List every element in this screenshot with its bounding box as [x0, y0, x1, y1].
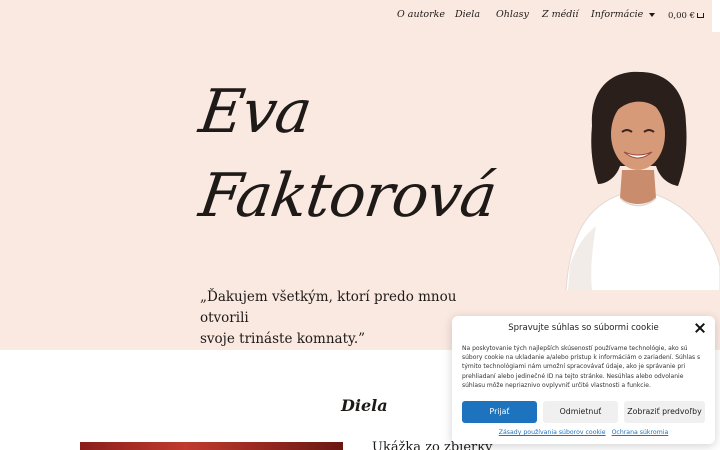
main-nav: O autorke Diela Ohlasy Z médií Informáci…: [0, 0, 720, 32]
author-first-name: Eva: [195, 77, 316, 147]
cookie-links: Zásady používania súborov cookie Ochrana…: [452, 429, 715, 436]
privacy-policy-link[interactable]: Ochrana súkromia: [612, 429, 669, 436]
quote-line: otvorili: [200, 310, 249, 326]
author-portrait: [565, 71, 720, 290]
quote-line: „Ďakujem všetkým, ktorí predo mnou: [200, 289, 457, 305]
nav-item-z-medii[interactable]: Z médií: [542, 9, 578, 20]
nav-item-o-autorke[interactable]: O autorke: [397, 9, 445, 20]
view-preferences-button[interactable]: Zobraziť predvoľby: [624, 401, 705, 423]
close-icon[interactable]: [694, 322, 706, 334]
accept-cookies-button[interactable]: Prijať: [462, 401, 537, 423]
chevron-down-icon: [649, 12, 656, 17]
book-cover-image[interactable]: [80, 442, 343, 450]
shopping-cart-icon: [697, 13, 705, 18]
nav-item-informacie-label: Informácie: [591, 9, 644, 20]
nav-item-informacie[interactable]: Informácie: [591, 9, 656, 20]
cart-link[interactable]: 0,00 €: [668, 11, 705, 21]
deny-cookies-button[interactable]: Odmietnuť: [543, 401, 618, 423]
cart-total: 0,00 €: [668, 11, 696, 21]
cookie-policy-link[interactable]: Zásady používania súborov cookie: [499, 429, 606, 436]
author-last-name: Faktorová: [195, 161, 501, 231]
section-title-text: Diela: [341, 396, 388, 415]
quote-line: svoje trináste komnaty.”: [200, 331, 366, 347]
cookie-dialog-text: Na poskytovanie tých najlepších skúsenos…: [462, 345, 701, 389]
cookie-dialog-title: Spravujte súhlas so súbormi cookie: [508, 323, 659, 333]
cookie-consent-dialog: Spravujte súhlas so súbormi cookie Na po…: [452, 316, 715, 444]
hero-quote: „Ďakujem všetkým, ktorí predo mnou otvor…: [200, 287, 460, 350]
nav-edge: [712, 0, 720, 32]
nav-item-diela[interactable]: Diela: [455, 9, 480, 20]
nav-item-ohlasy[interactable]: Ohlasy: [496, 9, 529, 20]
